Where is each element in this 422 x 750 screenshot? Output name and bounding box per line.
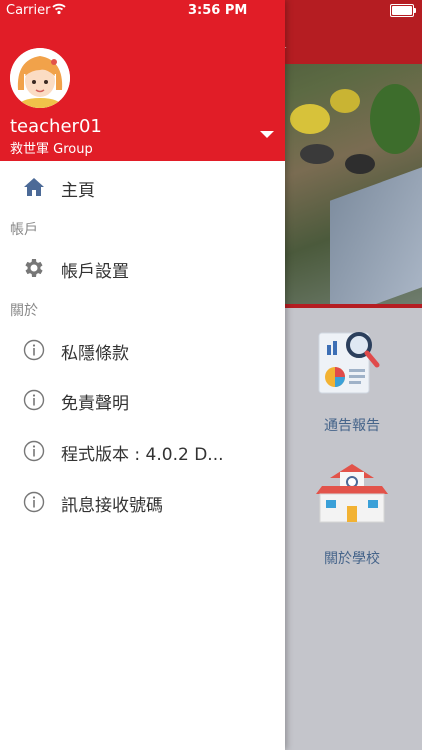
- menu-item-label: 訊息接收號碼: [61, 496, 163, 516]
- menu-item-label: 程式版本 : 4.0.2 D...: [61, 445, 224, 465]
- battery-icon: [390, 4, 416, 17]
- user-avatar-icon: [10, 48, 70, 108]
- menu-item-label: 帳戶設置: [61, 262, 129, 282]
- section-label-account: 帳戶: [10, 222, 38, 238]
- gear-icon: [25, 259, 43, 277]
- menu-item-app-version[interactable]: 程式版本 : 4.0.2 D...: [0, 429, 285, 473]
- menu-item-message-number[interactable]: 訊息接收號碼: [0, 480, 285, 524]
- menu-item-privacy[interactable]: 私隱條款: [0, 328, 285, 372]
- wifi-icon: [52, 3, 66, 15]
- home-icon: [24, 178, 44, 196]
- tile-label: 通告報告: [324, 418, 380, 434]
- menu-item-disclaimer[interactable]: 免責聲明: [0, 378, 285, 422]
- avatar[interactable]: [10, 48, 70, 108]
- info-icon: [23, 389, 45, 411]
- navigation-drawer: teacher01 救世軍 Group 主頁 帳戶 帳戶設置 關於 私隱條款 免…: [0, 0, 285, 750]
- info-icon: [23, 440, 45, 462]
- menu-item-label: 主頁: [61, 181, 95, 201]
- info-icon: [23, 339, 45, 361]
- menu-item-label: 私隱條款: [61, 344, 129, 364]
- section-label-about: 關於: [10, 303, 38, 319]
- school-building-icon: [316, 464, 388, 523]
- user-name: teacher01: [10, 116, 102, 137]
- menu-item-account-settings[interactable]: 帳戶設置: [0, 246, 285, 290]
- menu-item-home[interactable]: 主頁: [0, 165, 285, 209]
- status-bar: Carrier 3:56 PM: [0, 0, 422, 22]
- carrier-label: Carrier: [6, 3, 51, 18]
- tile-label: 關於學校: [324, 551, 380, 567]
- info-icon: [23, 491, 45, 513]
- drawer-header: teacher01 救世軍 Group: [0, 0, 285, 161]
- menu-item-label: 免責聲明: [61, 394, 129, 414]
- report-chart-icon: [318, 332, 380, 394]
- chevron-down-icon[interactable]: [260, 131, 274, 138]
- user-group: 救世軍 Group: [10, 142, 93, 157]
- status-time: 3:56 PM: [188, 3, 248, 18]
